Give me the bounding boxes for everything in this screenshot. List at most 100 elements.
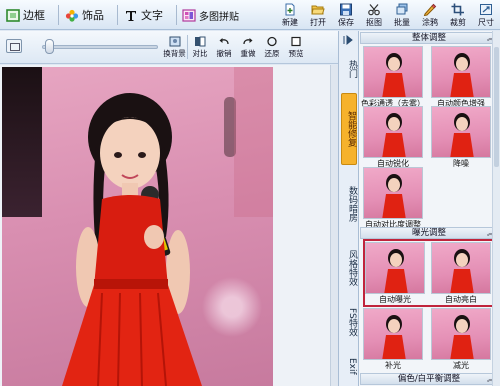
frame-icon [6,8,20,22]
change-background-label: 换背景 [163,48,186,58]
batch-label: 批量 [394,17,410,27]
category-tabs: 热门 智能修复 数码暗房 风格特效 FS特效 Exif [338,31,359,386]
collage-button-label: 多图拼贴 [199,11,239,23]
section-header-exposure[interactable]: 曝光调整 ︽ [360,227,498,239]
batch-icon [396,3,408,14]
effect-preview-image [365,242,425,294]
tab-exif[interactable]: Exif [341,349,357,383]
effect-label: 降噪 [453,159,469,168]
tab-style-effects[interactable]: 风格特效 [341,241,357,295]
panel-scrollbar[interactable] [492,31,500,386]
effect-preview-image [363,308,423,360]
change-background-button[interactable]: 换背景 [162,33,187,61]
restore-button[interactable]: 还原 [260,33,284,61]
resize-button[interactable]: 尺寸 [472,0,500,30]
resize-label: 尺寸 [478,17,494,27]
photo-girl-figure [62,67,273,386]
fit-to-window-button[interactable] [6,39,22,53]
effect-preview-image [431,46,491,98]
flower-icon [65,9,79,22]
effect-thumb[interactable]: 减光 [429,308,493,374]
tab-fs-effects[interactable]: FS特效 [341,299,357,345]
doodle-label: 涂鸦 [422,17,438,27]
save-icon [340,3,352,15]
frame-button-label: 边框 [23,9,45,22]
compare-button[interactable]: 对比 [188,33,212,61]
effect-preview-image [431,308,491,360]
section-title: 整体调整 [411,33,446,43]
effect-preview-image [363,46,423,98]
effect-thumb[interactable]: 降噪 [429,106,493,172]
main-toolbar: 边框 饰品 文字 多图拼贴 新建 打开 保存 抠图 批量 涂鸦 裁剪 尺寸 [0,0,500,30]
effect-thumb[interactable]: 自动对比度调整 [361,167,425,233]
collage-icon [182,8,196,22]
ornament-button-label: 饰品 [82,9,104,22]
save-label: 保存 [338,17,354,27]
open-button[interactable]: 打开 [304,0,332,30]
collage-button[interactable]: 多图拼贴 [177,3,277,27]
restore-label: 还原 [264,48,280,58]
effect-preview-image [431,242,491,294]
open-label: 打开 [310,17,326,27]
text-button[interactable]: 文字 [118,3,176,27]
frame-button[interactable]: 边框 [0,3,58,27]
cutout-label: 抠图 [366,17,382,27]
effect-label: 补光 [385,361,401,370]
effect-label: 自动亮白 [445,295,477,304]
preview-label: 预览 [288,48,304,58]
tab-smart-repair[interactable]: 智能修复 [341,93,357,165]
new-button[interactable]: 新建 [276,0,304,30]
zoom-slider-handle[interactable] [45,39,55,54]
preview-button[interactable]: 预览 [284,33,308,61]
crop-icon [451,3,464,15]
doodle-icon [423,3,437,16]
preview-icon [291,36,301,46]
view-toolbar: 换背景 对比 撤销 重做 还原 预览 [0,31,338,64]
effects-panel: 整体调整 ︽ 色彩通透（去雾） 自动颜色增强 自动锐化 降噪 自动对比度调整 曝… [359,31,500,386]
panel-scrollbar-thumb[interactable] [494,47,499,167]
effect-thumb[interactable]: 色彩通透（去雾） [361,46,425,112]
crop-button[interactable]: 裁剪 [444,0,472,30]
effect-thumb[interactable]: 自动锐化 [361,106,425,172]
zoom-slider[interactable] [42,45,158,49]
undo-icon [219,37,229,44]
doodle-button[interactable]: 涂鸦 [416,0,444,30]
change-background-icon [169,36,180,46]
redo-button[interactable]: 重做 [236,33,260,61]
ornament-button[interactable]: 饰品 [59,3,117,27]
section-title: 曝光调整 [411,228,446,238]
section-title: 偏色/白平衡调整 [397,374,461,384]
crop-label: 裁剪 [450,17,466,27]
redo-icon [243,37,253,44]
new-label: 新建 [282,17,298,27]
effect-preview-image [363,106,423,158]
compare-label: 对比 [192,48,208,58]
effect-label: 减光 [453,361,469,370]
tab-digital-darkroom[interactable]: 数码暗房 [341,171,357,237]
section-header-color-balance[interactable]: 偏色/白平衡调整 ︽ [360,373,498,385]
text-button-label: 文字 [141,9,163,22]
canvas-area [0,65,338,386]
resize-icon [480,3,492,15]
redo-label: 重做 [240,48,256,58]
batch-button[interactable]: 批量 [388,0,416,30]
photo-canvas[interactable] [2,67,273,386]
save-button[interactable]: 保存 [332,0,360,30]
cutout-icon [368,3,380,15]
cutout-button[interactable]: 抠图 [360,0,388,30]
effect-preview-image [363,167,423,219]
effect-thumb[interactable]: 自动亮白 [429,242,493,308]
open-icon [311,5,325,14]
canvas-scrollbar[interactable] [330,65,338,386]
text-icon [126,10,136,21]
effect-thumb[interactable]: 自动颜色增强 [429,46,493,112]
tab-hot[interactable]: 热门 [341,49,357,89]
effect-thumb[interactable]: 补光 [361,308,425,374]
effect-preview-image [431,106,491,158]
undo-button[interactable]: 撤销 [212,33,236,61]
undo-label: 撤销 [216,48,232,58]
section-header-overall[interactable]: 整体调整 ︽ [360,32,498,44]
effect-label: 自动曝光 [379,295,411,304]
effect-thumb[interactable]: 自动曝光 [363,242,427,308]
collapse-panel-icon[interactable] [342,34,354,46]
